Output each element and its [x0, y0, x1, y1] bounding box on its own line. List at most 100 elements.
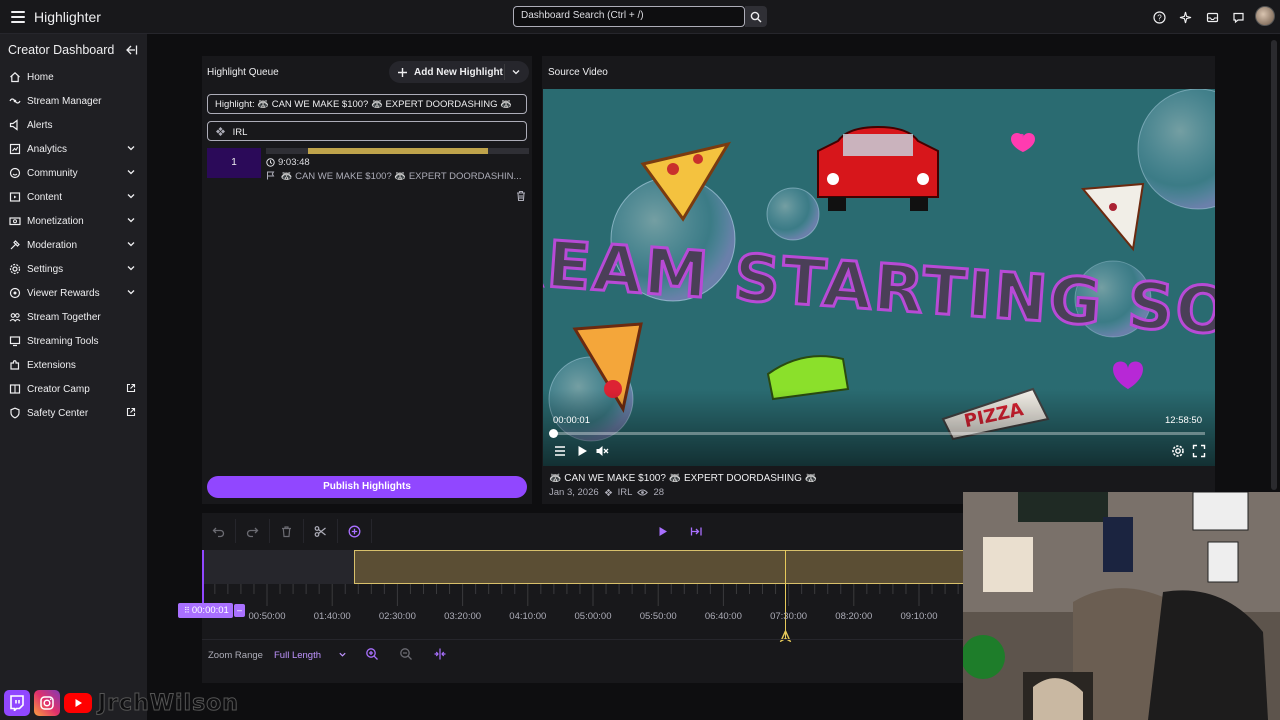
app-title: Highlighter	[34, 9, 101, 25]
timeline-selection[interactable]	[354, 550, 964, 584]
progress-track[interactable]	[549, 429, 1205, 438]
alerts-icon	[9, 119, 18, 131]
clip-number: 1	[207, 148, 261, 178]
avatar[interactable]	[1255, 6, 1275, 26]
category-input[interactable]: IRL	[207, 121, 527, 141]
fullscreen-icon[interactable]	[1192, 444, 1206, 458]
highlight-queue-panel: Highlight Queue Add New Highlight Highli…	[202, 56, 532, 504]
sidebar-item-stream-together[interactable]: Stream Together	[0, 305, 147, 329]
collapse-sidebar-icon[interactable]	[124, 43, 138, 57]
skip-end-icon	[690, 527, 702, 535]
sidebar-item-safety-center[interactable]: Safety Center	[0, 401, 147, 425]
tick-label: 08:20:00	[835, 611, 873, 622]
search-button[interactable]	[745, 6, 767, 27]
sidebar-item-monetization[interactable]: Monetization	[0, 209, 147, 233]
hamburger-menu-icon[interactable]	[8, 7, 28, 27]
zoom-range-value: Full Length	[274, 650, 322, 661]
add-new-highlight-label: Add New Highlight	[414, 66, 503, 78]
sidebar-item-creator-camp[interactable]: Creator Camp	[0, 377, 147, 401]
sidebar-item-stream-manager[interactable]: Stream Manager	[0, 89, 147, 113]
add-clip-button[interactable]	[338, 519, 372, 543]
playhead-time-badge[interactable]: ⠿ 00:00:01	[178, 603, 233, 618]
play-icon[interactable]	[575, 444, 589, 458]
page-scrollbar[interactable]	[1271, 40, 1277, 490]
sidebar-item-settings[interactable]: Settings	[0, 257, 147, 281]
sidebar-item-label: Alerts	[27, 119, 53, 131]
progress-knob[interactable]	[549, 429, 558, 438]
sidebar-item-analytics[interactable]: Analytics	[0, 137, 147, 161]
zoom-in-icon[interactable]	[365, 647, 379, 661]
zoom-range-label: Zoom Range	[208, 650, 263, 661]
mute-icon[interactable]	[595, 444, 609, 458]
stream-together-icon	[9, 313, 21, 322]
sidebar-item-moderation[interactable]: Moderation	[0, 233, 147, 257]
clip-title: 🦝 CAN WE MAKE $100? 🦝 EXPERT DOORDASHIN.…	[266, 171, 521, 182]
clock-icon	[266, 158, 275, 167]
tick-label: 02:30:00	[378, 611, 416, 622]
whispers-icon[interactable]	[1230, 9, 1246, 25]
sidebar-item-label: Safety Center	[27, 407, 89, 419]
sidebar-item-viewer-rewards[interactable]: Viewer Rewards	[0, 281, 147, 305]
help-icon[interactable]: ?	[1151, 9, 1167, 25]
sidebar-item-label: Viewer Rewards	[27, 287, 100, 299]
plus-icon	[398, 67, 407, 77]
tick-label: 06:40:00	[704, 611, 742, 622]
video-meta: Jan 3, 2026 IRL 28	[549, 487, 664, 498]
publish-highlights-button[interactable]: Publish Highlights	[207, 476, 527, 498]
chapters-list-icon[interactable]	[553, 444, 567, 458]
sidebar-item-home[interactable]: Home	[0, 65, 147, 89]
trash-icon[interactable]	[515, 190, 527, 202]
video-player[interactable]: STREAM STARTING SOON PIZZA 00:00:01 12:5…	[543, 89, 1215, 466]
sidebar-item-streaming-tools[interactable]: Streaming Tools	[0, 329, 147, 353]
sidebar-item-label: Moderation	[27, 239, 78, 251]
redo-button[interactable]	[236, 519, 270, 543]
webcam-overlay	[963, 492, 1280, 720]
tick-label: 04:10:00	[509, 611, 547, 622]
chevron-down-icon[interactable]	[511, 67, 521, 77]
play-selection-button[interactable]	[645, 519, 679, 543]
sidebar-item-alerts[interactable]: Alerts	[0, 113, 147, 137]
webcam-feed-image	[963, 492, 1280, 720]
skip-to-end-button[interactable]	[679, 519, 713, 543]
search-input[interactable]: Dashboard Search (Ctrl + /)	[513, 6, 745, 27]
tick-label: 05:50:00	[639, 611, 677, 622]
analytics-icon	[9, 143, 21, 155]
youtube-logo-icon	[64, 693, 92, 713]
cut-button[interactable]	[304, 519, 338, 543]
sparkle-icon[interactable]	[1177, 9, 1193, 25]
undo-button[interactable]	[202, 519, 236, 543]
sidebar-item-label: Home	[27, 71, 54, 83]
chevron-down-icon	[127, 146, 135, 151]
fit-to-view-icon[interactable]	[433, 647, 447, 661]
clip-item[interactable]: 1 9:03:48 🦝 CAN WE MAKE $100? 🦝 EXPERT D…	[207, 148, 529, 206]
shield-icon	[10, 407, 20, 419]
highlight-title-input[interactable]: Highlight: 🦝 CAN WE MAKE $100? 🦝 EXPERT …	[207, 94, 527, 114]
zoom-out-icon[interactable]	[399, 647, 413, 661]
sidebar-item-label: Monetization	[27, 215, 84, 227]
undo-icon	[212, 527, 225, 537]
video-views: 28	[653, 487, 665, 498]
add-new-highlight-button[interactable]: Add New Highlight	[389, 61, 529, 83]
delete-button[interactable]	[270, 519, 304, 543]
sidebar-item-label: Analytics	[27, 143, 68, 155]
settings-icon	[9, 263, 21, 275]
gamepad-icon	[604, 488, 612, 497]
chevron-down-icon	[127, 170, 135, 175]
sidebar-item-content[interactable]: Content	[0, 185, 147, 209]
monetization-icon	[9, 217, 21, 226]
zoom-range-select[interactable]: Full Length	[274, 650, 347, 661]
sidebar-item-label: Creator Camp	[27, 383, 90, 395]
home-icon	[10, 71, 20, 83]
inbox-icon[interactable]	[1204, 9, 1220, 25]
trash-icon	[282, 525, 291, 537]
sidebar-item-community[interactable]: Community	[0, 161, 147, 185]
scissors-icon	[314, 525, 326, 537]
clip-range-bar	[308, 148, 488, 154]
settings-icon[interactable]	[1171, 444, 1185, 458]
sidebar-item-extensions[interactable]: Extensions	[0, 353, 147, 377]
community-icon	[9, 167, 21, 179]
eye-icon	[637, 489, 649, 496]
tick-label: 01:40:00	[313, 611, 351, 622]
playhead-nudge-button[interactable]: –	[234, 604, 245, 617]
source-title: Source Video	[548, 67, 608, 78]
